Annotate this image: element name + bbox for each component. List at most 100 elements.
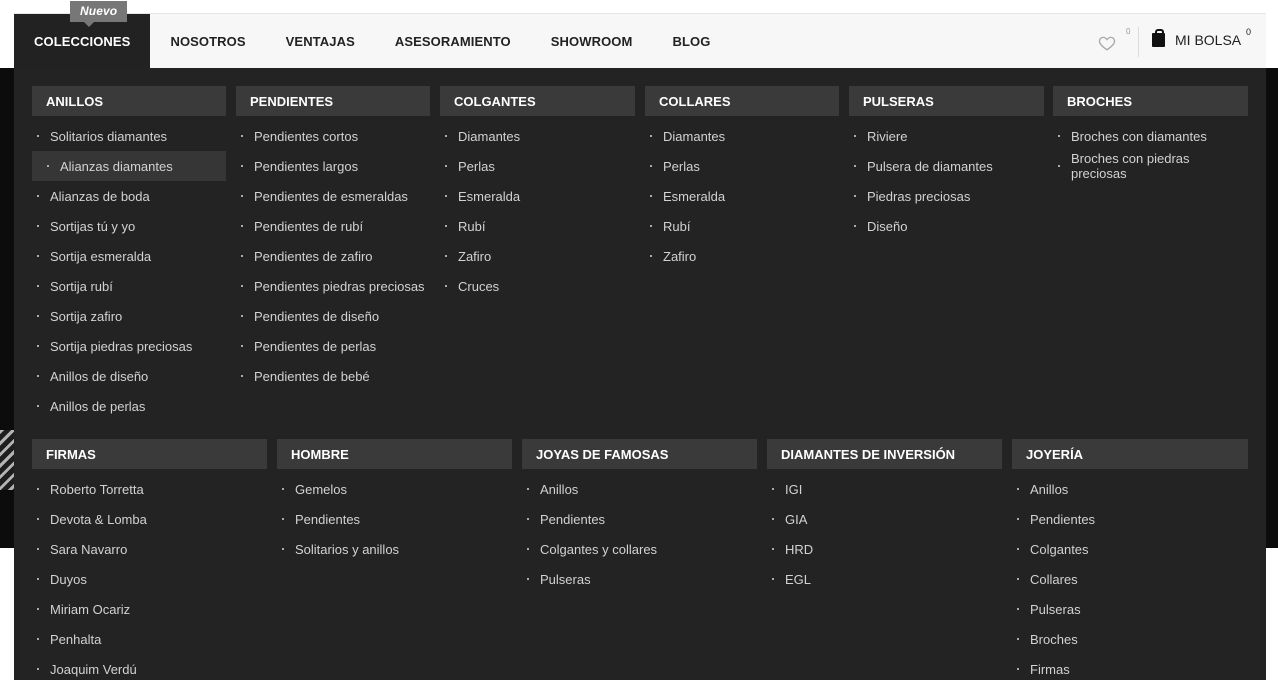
menu-link[interactable]: Solitarios diamantes bbox=[32, 121, 226, 151]
menu-link-hovered[interactable]: Alianzas diamantes bbox=[32, 151, 226, 181]
nav-item-label: ASESORAMIENTO bbox=[394, 33, 511, 49]
section-title[interactable]: COLGANTES bbox=[440, 86, 635, 116]
section-list: Broches con diamantes Broches con piedra… bbox=[1053, 121, 1248, 181]
menu-link[interactable]: Diamantes bbox=[440, 121, 635, 151]
menu-link[interactable]: Pendientes de perlas bbox=[236, 331, 430, 361]
section-list: Anillos Pendientes Colgantes y collares … bbox=[522, 474, 757, 594]
section-list: Gemelos Pendientes Solitarios y anillos bbox=[277, 474, 512, 564]
menu-section-anillos: ANILLOS Solitarios diamantes Alianzas di… bbox=[32, 86, 226, 421]
menu-link[interactable]: Anillos bbox=[522, 474, 757, 504]
menu-link[interactable]: Pendientes de bebé bbox=[236, 361, 430, 391]
nav-divider bbox=[1138, 27, 1139, 57]
menu-link[interactable]: Esmeralda bbox=[645, 181, 839, 211]
menu-link[interactable]: Solitarios y anillos bbox=[277, 534, 512, 564]
menu-link[interactable]: Miriam Ocariz bbox=[32, 594, 267, 624]
menu-section-joyeria: JOYERÍA Anillos Pendientes Colgantes Col… bbox=[1012, 439, 1248, 680]
menu-link[interactable]: Rubí bbox=[645, 211, 839, 241]
menu-link[interactable]: Pendientes de rubí bbox=[236, 211, 430, 241]
section-title[interactable]: PULSERAS bbox=[849, 86, 1044, 116]
menu-link[interactable]: GIA bbox=[767, 504, 1002, 534]
menu-link[interactable]: Anillos de perlas bbox=[32, 391, 226, 421]
menu-link[interactable]: Roberto Torretta bbox=[32, 474, 267, 504]
menu-link[interactable]: Sortija piedras preciosas bbox=[32, 331, 226, 361]
menu-link[interactable]: Pendientes bbox=[522, 504, 757, 534]
menu-section-firmas: FIRMAS Roberto Torretta Devota & Lomba S… bbox=[32, 439, 267, 680]
menu-link[interactable]: Sortija esmeralda bbox=[32, 241, 226, 271]
menu-link[interactable]: Pendientes piedras preciosas bbox=[236, 271, 430, 301]
menu-section-hombre: HOMBRE Gemelos Pendientes Solitarios y a… bbox=[277, 439, 512, 564]
menu-link[interactable]: Zafiro bbox=[440, 241, 635, 271]
menu-link[interactable]: Pendientes bbox=[1012, 504, 1248, 534]
menu-link[interactable]: Joaquim Verdú bbox=[32, 654, 267, 680]
nav-item-colecciones[interactable]: Nuevo COLECCIONES bbox=[14, 1, 151, 68]
menu-link[interactable]: Penhalta bbox=[32, 624, 267, 654]
section-title[interactable]: BROCHES bbox=[1053, 86, 1248, 116]
nav-item-label: SHOWROOM bbox=[550, 33, 633, 49]
section-list: IGI GIA HRD EGL bbox=[767, 474, 1002, 594]
menu-link[interactable]: Pendientes cortos bbox=[236, 121, 430, 151]
menu-link[interactable]: Perlas bbox=[440, 151, 635, 181]
menu-link[interactable]: Pendientes largos bbox=[236, 151, 430, 181]
menu-link[interactable]: Diamantes bbox=[645, 121, 839, 151]
menu-link[interactable]: Sortijas tú y yo bbox=[32, 211, 226, 241]
shopping-bag-icon bbox=[1152, 29, 1165, 47]
menu-link[interactable]: Pendientes bbox=[277, 504, 512, 534]
nav-item-nosotros[interactable]: NOSOTROS bbox=[150, 14, 265, 68]
menu-link[interactable]: Sara Navarro bbox=[32, 534, 267, 564]
menu-link[interactable]: Gemelos bbox=[277, 474, 512, 504]
menu-link[interactable]: Devota & Lomba bbox=[32, 504, 267, 534]
menu-link[interactable]: Duyos bbox=[32, 564, 267, 594]
menu-link[interactable]: Sortija zafiro bbox=[32, 301, 226, 331]
menu-link[interactable]: EGL bbox=[767, 564, 1002, 594]
section-list: Pendientes cortos Pendientes largos Pend… bbox=[236, 121, 430, 391]
nav-list: Nuevo COLECCIONES NOSOTROS VENTAJAS ASES… bbox=[14, 1, 1266, 68]
menu-link[interactable]: Sortija rubí bbox=[32, 271, 226, 301]
section-title[interactable]: DIAMANTES DE INVERSIÓN bbox=[767, 439, 1002, 469]
menu-link[interactable]: Broches con diamantes bbox=[1053, 121, 1248, 151]
nav-item-blog[interactable]: BLOG bbox=[652, 14, 730, 68]
bag-button[interactable]: MI BOLSA bbox=[1152, 29, 1241, 48]
menu-link[interactable]: Perlas bbox=[645, 151, 839, 181]
section-title[interactable]: JOYAS DE FAMOSAS bbox=[522, 439, 757, 469]
menu-link[interactable]: Collares bbox=[1012, 564, 1248, 594]
menu-link[interactable]: Esmeralda bbox=[440, 181, 635, 211]
menu-link[interactable]: Rubí bbox=[440, 211, 635, 241]
menu-link[interactable]: Broches bbox=[1012, 624, 1248, 654]
section-title[interactable]: FIRMAS bbox=[32, 439, 267, 469]
section-title[interactable]: ANILLOS bbox=[32, 86, 226, 116]
section-list: Diamantes Perlas Esmeralda Rubí Zafiro bbox=[645, 121, 839, 271]
menu-section-broches: BROCHES Broches con diamantes Broches co… bbox=[1053, 86, 1248, 181]
menu-link[interactable]: IGI bbox=[767, 474, 1002, 504]
menu-link[interactable]: Zafiro bbox=[645, 241, 839, 271]
section-list: Roberto Torretta Devota & Lomba Sara Nav… bbox=[32, 474, 267, 680]
nav-item-ventajas[interactable]: VENTAJAS bbox=[266, 14, 375, 68]
menu-link[interactable]: Colgantes y collares bbox=[522, 534, 757, 564]
menu-link[interactable]: Cruces bbox=[440, 271, 635, 301]
menu-link[interactable]: Pendientes de esmeraldas bbox=[236, 181, 430, 211]
menu-link[interactable]: Piedras preciosas bbox=[849, 181, 1044, 211]
menu-link[interactable]: Riviere bbox=[849, 121, 1044, 151]
menu-link[interactable]: Firmas bbox=[1012, 654, 1248, 680]
section-title[interactable]: JOYERÍA bbox=[1012, 439, 1248, 469]
heart-icon[interactable] bbox=[1098, 34, 1118, 54]
nav-item-asesoramiento[interactable]: ASESORAMIENTO bbox=[375, 14, 531, 68]
menu-link[interactable]: Pulseras bbox=[522, 564, 757, 594]
menu-link[interactable]: HRD bbox=[767, 534, 1002, 564]
menu-link[interactable]: Pendientes de diseño bbox=[236, 301, 430, 331]
menu-link[interactable]: Pendientes de zafiro bbox=[236, 241, 430, 271]
menu-link[interactable]: Pulsera de diamantes bbox=[849, 151, 1044, 181]
menu-link[interactable]: Colgantes bbox=[1012, 534, 1248, 564]
menu-link[interactable]: Pulseras bbox=[1012, 594, 1248, 624]
menu-section-pulseras: PULSERAS Riviere Pulsera de diamantes Pi… bbox=[849, 86, 1044, 241]
menu-link[interactable]: Anillos de diseño bbox=[32, 361, 226, 391]
menu-link[interactable]: Broches con piedras preciosas bbox=[1053, 151, 1248, 181]
menu-link[interactable]: Diseño bbox=[849, 211, 1044, 241]
menu-link[interactable]: Anillos bbox=[1012, 474, 1248, 504]
section-title[interactable]: HOMBRE bbox=[277, 439, 512, 469]
nav-item-label: NOSOTROS bbox=[170, 33, 246, 49]
menu-link[interactable]: Alianzas de boda bbox=[32, 181, 226, 211]
section-title[interactable]: PENDIENTES bbox=[236, 86, 430, 116]
nav-item-showroom[interactable]: SHOWROOM bbox=[531, 14, 653, 68]
section-title[interactable]: COLLARES bbox=[645, 86, 839, 116]
section-list: Anillos Pendientes Colgantes Collares Pu… bbox=[1012, 474, 1248, 680]
